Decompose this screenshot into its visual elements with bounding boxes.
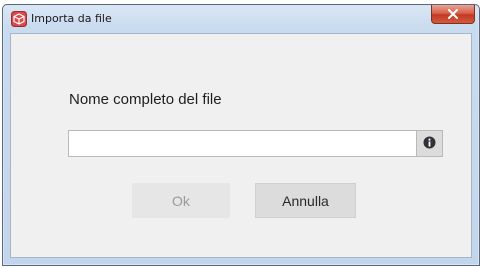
info-icon (423, 134, 436, 153)
dialog-content: Nome completo del file Ok Annulla (10, 33, 472, 258)
dialog-window: Importa da file Nome completo del file O… (2, 4, 480, 266)
title-bar[interactable]: Importa da file (3, 5, 479, 33)
ok-button[interactable]: Ok (132, 183, 230, 218)
close-button[interactable] (431, 5, 475, 24)
file-path-input[interactable] (68, 130, 417, 157)
close-icon (447, 9, 459, 19)
file-help-button[interactable] (417, 130, 443, 157)
window-title: Importa da file (31, 12, 112, 25)
file-name-label: Nome completo del file (69, 91, 222, 108)
cancel-button[interactable]: Annulla (255, 183, 356, 218)
app-icon (11, 11, 27, 27)
